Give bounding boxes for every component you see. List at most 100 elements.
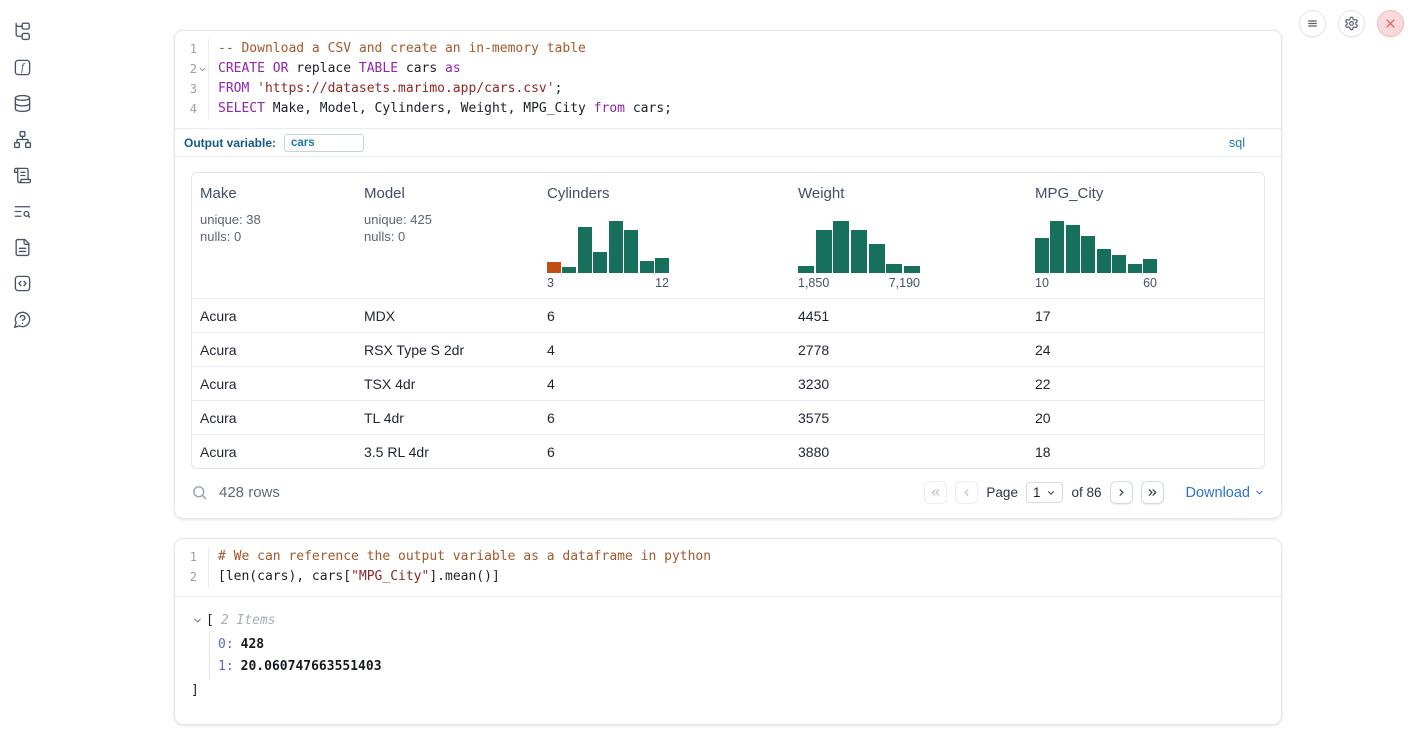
- search-icon[interactable]: [191, 484, 208, 501]
- line-number: 3: [190, 79, 197, 99]
- line-gutter: 2: [175, 567, 209, 587]
- table-footer-left: 428 rows: [191, 484, 280, 501]
- code-text: # We can reference the output variable a…: [209, 547, 711, 567]
- column-name[interactable]: Make: [200, 185, 348, 202]
- output-tree-header: [ 2 Items: [191, 609, 1265, 631]
- line-gutter: 1: [175, 547, 209, 567]
- python-code-editor[interactable]: 1 # We can reference the output variable…: [175, 539, 1281, 596]
- sidebar-item-snippets[interactable]: [12, 274, 32, 293]
- cell-make: Acura: [192, 299, 356, 332]
- fold-chevron-icon[interactable]: [197, 64, 208, 75]
- first-page-button[interactable]: [924, 481, 947, 504]
- output-variable-input[interactable]: cars: [284, 134, 364, 152]
- cell-make: Acura: [192, 435, 356, 468]
- table-row: Acura RSX Type S 2dr 4 2778 24: [192, 332, 1264, 366]
- fold-spacer: [197, 552, 208, 563]
- code-token: cars;: [625, 101, 672, 116]
- code-text: SELECT Make, Model, Cylinders, Weight, M…: [209, 99, 672, 119]
- sidebar-item-datasources[interactable]: [12, 94, 32, 113]
- collapse-chevron-icon[interactable]: [191, 614, 203, 626]
- data-table: Make unique: 38 nulls: 0 Model unique: 4…: [191, 172, 1265, 469]
- download-button[interactable]: Download: [1186, 485, 1266, 501]
- table-row: Acura MDX 6 4451 17: [192, 298, 1264, 332]
- page-select[interactable]: 1: [1026, 482, 1064, 503]
- sidebar-item-help[interactable]: [12, 310, 32, 329]
- column-name[interactable]: MPG_City: [1035, 185, 1256, 202]
- histogram-bar: [593, 252, 607, 273]
- column-histogram: 3 12: [547, 221, 782, 290]
- code-line[interactable]: 3 FROM 'https://datasets.marimo.app/cars…: [175, 79, 1281, 99]
- cell-weight: 2778: [790, 333, 1027, 366]
- code-text: [len(cars), cars["MPG_City"].mean()]: [209, 567, 500, 587]
- last-page-button[interactable]: [1141, 481, 1164, 504]
- column-name[interactable]: Model: [364, 185, 531, 202]
- output-variable-label: Output variable:: [184, 136, 276, 150]
- next-page-button[interactable]: [1110, 481, 1133, 504]
- code-token: CREATE: [218, 61, 265, 76]
- top-actions: [1299, 10, 1404, 37]
- histogram-axis-labels: 10 60: [1035, 276, 1157, 290]
- code-line[interactable]: 2 [len(cars), cars["MPG_City"].mean()]: [175, 567, 1281, 587]
- sidebar-item-scratchpad[interactable]: [12, 166, 32, 185]
- settings-gear-icon: [1344, 16, 1359, 31]
- column-name[interactable]: Cylinders: [547, 185, 782, 202]
- previous-page-button[interactable]: [955, 481, 978, 504]
- code-line[interactable]: 2 CREATE OR replace TABLE cars as: [175, 59, 1281, 79]
- menu-button[interactable]: [1299, 10, 1326, 37]
- help-icon: [13, 310, 32, 329]
- axis-max-label: 12: [655, 276, 669, 290]
- sidebar-item-functions[interactable]: f: [12, 58, 32, 77]
- column-header-make[interactable]: Make unique: 38 nulls: 0: [192, 173, 356, 298]
- histogram-bar: [655, 258, 669, 273]
- language-badge: sql: [1229, 136, 1245, 150]
- shutdown-button[interactable]: [1377, 10, 1404, 37]
- cell-make: Acura: [192, 401, 356, 434]
- dependency-graph-icon: [13, 130, 32, 149]
- functions-icon: f: [13, 58, 32, 77]
- cell-model: TL 4dr: [356, 401, 539, 434]
- sidebar-item-dependency-graph[interactable]: [12, 130, 32, 149]
- sidebar-item-logs[interactable]: [12, 202, 32, 221]
- column-header-mpg-city[interactable]: MPG_City 10 60: [1027, 173, 1264, 298]
- column-name[interactable]: Weight: [798, 185, 1019, 202]
- code-text: -- Download a CSV and create an in-memor…: [209, 39, 586, 59]
- histogram-bar: [833, 221, 849, 273]
- column-header-weight[interactable]: Weight 1,850 7,190: [790, 173, 1027, 298]
- histogram-bar: [578, 227, 592, 273]
- code-token: "MPG_City": [351, 569, 429, 584]
- column-header-model[interactable]: Model unique: 425 nulls: 0: [356, 173, 539, 298]
- line-number: 2: [190, 567, 197, 587]
- line-number: 1: [190, 547, 197, 567]
- sidebar-item-file-tree[interactable]: [12, 22, 32, 41]
- list-item: 0: 428: [218, 633, 1265, 656]
- sidebar-item-documentation[interactable]: [12, 238, 32, 257]
- code-line[interactable]: 1 -- Download a CSV and create an in-mem…: [175, 39, 1281, 59]
- code-line[interactable]: 1 # We can reference the output variable…: [175, 547, 1281, 567]
- cell-cylinders: 6: [539, 435, 790, 468]
- histogram-bar: [624, 230, 638, 273]
- histogram-bar: [1081, 236, 1095, 273]
- histogram-axis-labels: 1,850 7,190: [798, 276, 920, 290]
- histogram-bar: [1143, 259, 1157, 273]
- line-number: 1: [190, 39, 197, 59]
- histogram-bar: [1035, 238, 1049, 273]
- table-row: Acura TSX 4dr 4 3230 22: [192, 366, 1264, 400]
- code-token: as: [445, 61, 461, 76]
- code-token: SELECT: [218, 101, 265, 116]
- cell-model: MDX: [356, 299, 539, 332]
- cell-model: 3.5 RL 4dr: [356, 435, 539, 468]
- items-count-label: 2 Items: [221, 613, 276, 628]
- output-tree-items: 0: 428 1: 20.060747663551403: [209, 631, 1265, 680]
- row-count-label: 428 rows: [219, 484, 280, 501]
- column-header-cylinders[interactable]: Cylinders 3 12: [539, 173, 790, 298]
- code-line[interactable]: 4 SELECT Make, Model, Cylinders, Weight,…: [175, 99, 1281, 119]
- code-token: [249, 81, 257, 96]
- settings-button[interactable]: [1338, 10, 1365, 37]
- python-output: [ 2 Items 0: 428 1: 20.060747663551403 ]: [175, 596, 1281, 724]
- sql-code-editor[interactable]: 1 -- Download a CSV and create an in-mem…: [175, 31, 1281, 128]
- table-row: Acura 3.5 RL 4dr 6 3880 18: [192, 434, 1264, 468]
- cell-weight: 3575: [790, 401, 1027, 434]
- column-stats: unique: 38 nulls: 0: [200, 211, 348, 245]
- code-token: cars: [398, 61, 445, 76]
- cell-cylinders: 4: [539, 333, 790, 366]
